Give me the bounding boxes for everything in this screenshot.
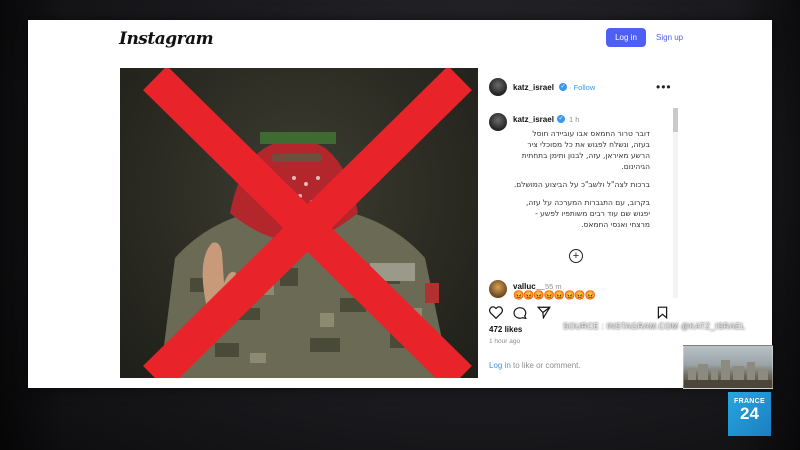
comment-text: 😡😡😡😡😡😡😡😡 [513, 290, 596, 300]
post-image [120, 68, 478, 378]
post-age: 1 hour ago [489, 338, 521, 345]
masked-figure-image [143, 68, 472, 378]
follow-link[interactable]: · Follow [569, 83, 595, 92]
author-username[interactable]: katz_israel [513, 83, 554, 92]
login-prompt: Log in to like or comment. [489, 361, 581, 370]
commenter-avatar[interactable] [489, 280, 507, 298]
likes-count: 472 likes [489, 325, 523, 334]
signup-link[interactable]: Sign up [656, 28, 683, 47]
france24-logo-line2: 24 [740, 404, 759, 423]
city-skyline-image [684, 360, 772, 388]
instagram-logo[interactable]: Instagram [119, 29, 214, 49]
save-bookmark-icon[interactable] [657, 306, 668, 319]
more-options-icon[interactable]: ••• [656, 80, 672, 94]
caption-text: דובר טרור החמאס אבו עוביידה חוסל בעזה, ו… [490, 128, 650, 237]
login-prompt-link[interactable]: Log in [489, 361, 511, 370]
comments-scrollbar-thumb[interactable] [673, 108, 678, 132]
login-button[interactable]: Log in [606, 28, 646, 47]
caption-username[interactable]: katz_israel [513, 115, 554, 124]
comment-bubble-icon[interactable] [513, 306, 527, 319]
live-video-thumbnail [683, 345, 773, 389]
follow-label: Follow [573, 83, 596, 92]
source-credit: SOURCE : INSTAGRAM.COM @KATZ_ISRAEL [563, 322, 746, 331]
instagram-header: Instagram Log in Sign up [28, 20, 772, 64]
verified-badge-icon: ✓ [559, 83, 567, 91]
caption-paragraph: בקרוב, עם התגברות המערכה על עזה, יפגוש ש… [525, 198, 650, 229]
login-prompt-text: to like or comment. [510, 361, 581, 370]
comments-scrollbar[interactable] [673, 108, 678, 298]
load-more-comments-icon[interactable]: + [569, 249, 583, 263]
caption-verified-badge-icon: ✓ [557, 115, 565, 123]
share-send-icon[interactable] [537, 306, 551, 319]
like-heart-icon[interactable] [489, 306, 503, 319]
caption-paragraph: ברכות לצה"ל ולשב"כ על הביצוע המושלם. [513, 180, 650, 189]
france24-logo: FRANCE 24 [728, 392, 771, 436]
caption-timestamp: 1 h [569, 115, 580, 124]
caption-paragraph: דובר טרור החמאס אבו עוביידה חוסל בעזה, ו… [521, 129, 650, 171]
author-avatar[interactable] [489, 78, 507, 96]
